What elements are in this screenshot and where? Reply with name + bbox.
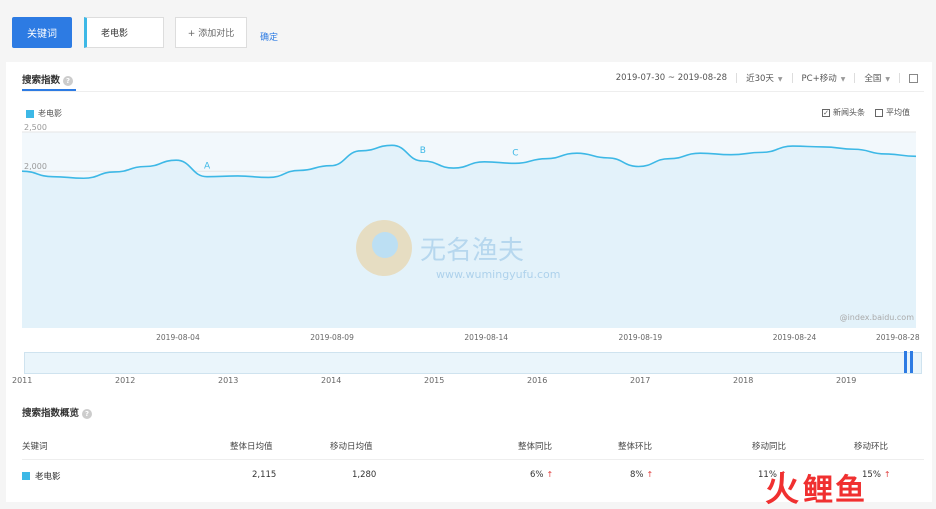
panel-divider <box>22 91 924 92</box>
table-divider <box>22 459 924 460</box>
device-select[interactable]: PC+移动 ▼ <box>802 72 846 84</box>
keyword-input[interactable]: 老电影 <box>84 17 164 48</box>
x-tick-label: 2019-08-19 <box>619 333 663 342</box>
range-year-label: 2014 <box>321 376 342 385</box>
checkbox-icon <box>875 108 883 117</box>
chart-options: ✓ 新闻头条 平均值 <box>812 107 910 118</box>
confirm-link[interactable]: 确定 <box>260 30 278 43</box>
range-year-label: 2019 <box>836 376 857 385</box>
legend-swatch <box>26 109 34 118</box>
external-link-icon[interactable] <box>909 73 918 83</box>
help-icon[interactable]: ? <box>63 75 74 86</box>
x-tick-label: 2019-08-09 <box>310 333 354 342</box>
brand-logo: 火 鲤鱼 <box>765 462 867 509</box>
col-header-mobile-yoy: 移动同比 <box>752 442 787 452</box>
watermark-logo-icon <box>356 220 412 276</box>
overview-title-text: 搜索指数概览 <box>22 408 80 419</box>
region-label: 全国 <box>864 74 882 84</box>
brand-huo: 火 <box>765 470 799 509</box>
col-header-keyword: 关键词 <box>22 442 48 452</box>
region-select[interactable]: 全国 ▼ <box>864 72 890 84</box>
range-year-label: 2015 <box>424 376 445 385</box>
keyword-tab-button[interactable]: 关键词 <box>12 17 72 48</box>
overall-mom-value: 8% <box>630 470 644 480</box>
col-header-overall-yoy: 整体同比 <box>518 442 553 452</box>
cell-mobile-daily: 1,280 <box>352 470 377 480</box>
range-year-label: 2017 <box>630 376 651 385</box>
cell-overall-yoy: 6% ↑ <box>530 470 553 480</box>
chevron-down-icon: ▼ <box>885 76 890 83</box>
range-year-label: 2013 <box>218 376 239 385</box>
arrow-up-icon: ↑ <box>646 470 654 479</box>
period-label: 近30天 <box>746 74 774 84</box>
chart-toolbar: 2019-07-30 ~ 2019-08-28 近30天 ▼ PC+移动 ▼ 全国 ▼ <box>616 72 918 84</box>
col-header-mobile-daily: 移动日均值 <box>330 442 373 452</box>
row-swatch <box>22 472 30 480</box>
x-tick-label: 2019-08-24 <box>773 333 817 342</box>
x-tick-label: 2019-08-04 <box>156 333 200 342</box>
annotation-c: C <box>512 148 518 158</box>
range-year-label: 2011 <box>12 376 33 385</box>
news-checkbox[interactable]: ✓ 新闻头条 <box>822 107 865 118</box>
average-checkbox[interactable]: 平均值 <box>875 107 910 118</box>
annotation-a: A <box>204 162 211 172</box>
time-range-slider[interactable] <box>24 352 922 374</box>
x-tick-label: 2019-08-28 <box>876 333 920 342</box>
add-compare-button[interactable]: + 添加对比 <box>175 17 247 48</box>
search-index-panel: 搜索指数? 2019-07-30 ~ 2019-08-28 近30天 ▼ PC+移… <box>6 62 932 502</box>
news-checkbox-label: 新闻头条 <box>833 108 865 117</box>
source-label: @index.baidu.com <box>839 313 914 322</box>
range-year-label: 2012 <box>115 376 136 385</box>
y-tick-label: 2,000 <box>24 162 47 171</box>
overview-title: 搜索指数概览? <box>22 405 93 419</box>
y-tick-label: 2,500 <box>24 124 47 132</box>
period-select[interactable]: 近30天 ▼ <box>746 72 782 84</box>
col-header-mobile-mom: 移动环比 <box>854 442 889 452</box>
col-header-overall-daily: 整体日均值 <box>230 442 273 452</box>
x-tick-label: 2019-08-14 <box>464 333 508 342</box>
range-handle-left[interactable] <box>904 351 907 373</box>
chevron-down-icon: ▼ <box>777 76 783 83</box>
panel-title: 搜索指数? <box>22 72 74 86</box>
checkbox-checked-icon: ✓ <box>822 108 830 117</box>
device-label: PC+移动 <box>801 74 837 84</box>
watermark-text: 无名渔夫 <box>420 235 525 266</box>
range-year-label: 2016 <box>527 376 548 385</box>
chart-legend: 老电影 <box>26 108 62 119</box>
annotation-b: B <box>420 146 426 156</box>
panel-title-text: 搜索指数 <box>22 75 61 86</box>
search-toolbar: 关键词 老电影 + 添加对比 确定 <box>6 8 932 58</box>
table-row-keyword[interactable]: 老电影 <box>22 470 61 482</box>
legend-label: 老电影 <box>38 109 62 118</box>
watermark-url: www.wumingyufu.com <box>436 268 561 281</box>
arrow-up-icon: ↑ <box>546 470 554 479</box>
date-range[interactable]: 2019-07-30 ~ 2019-08-28 <box>616 73 727 83</box>
range-handle-right[interactable] <box>910 351 913 373</box>
brand-liyu: 鲤鱼 <box>803 472 867 508</box>
row-keyword-label: 老电影 <box>35 472 61 482</box>
average-checkbox-label: 平均值 <box>886 108 910 117</box>
chevron-down-icon: ▼ <box>840 76 846 83</box>
range-year-label: 2018 <box>733 376 754 385</box>
arrow-up-icon: ↑ <box>883 470 891 479</box>
cell-overall-daily: 2,115 <box>252 470 277 480</box>
cell-overall-mom: 8% ↑ <box>630 470 653 480</box>
help-icon[interactable]: ? <box>82 408 93 419</box>
overall-yoy-value: 6% <box>530 470 544 480</box>
col-header-overall-mom: 整体环比 <box>618 442 653 452</box>
